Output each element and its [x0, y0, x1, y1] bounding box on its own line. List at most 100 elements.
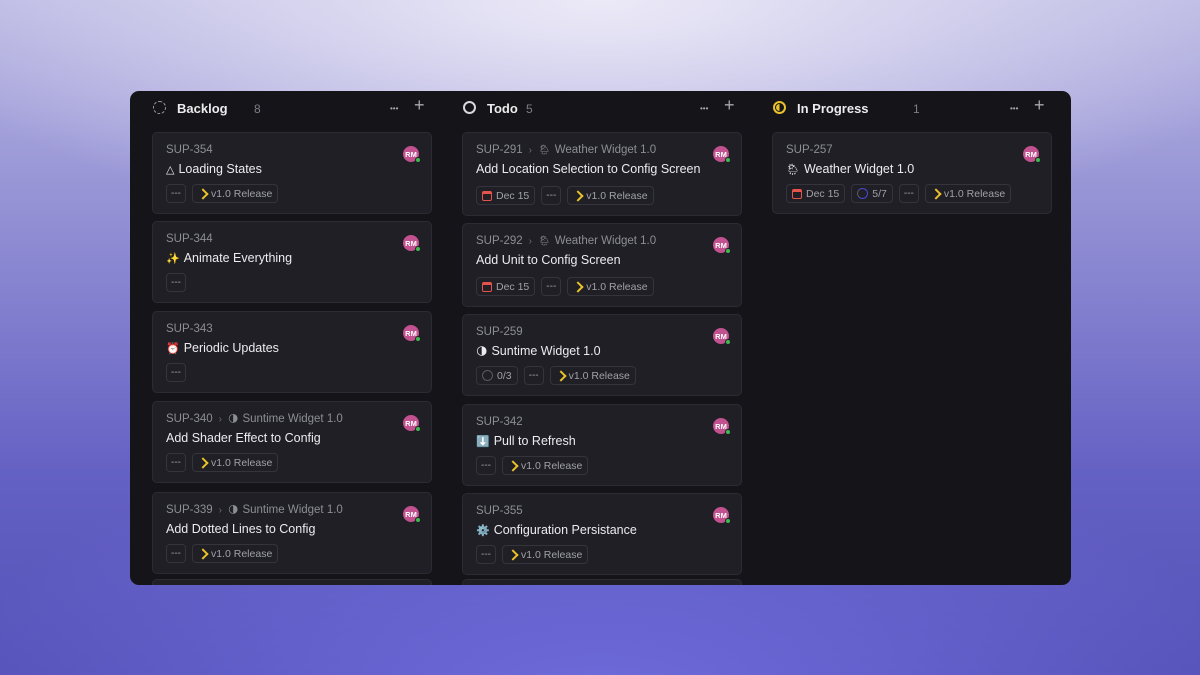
issue-id-row: SUP-257 — [786, 144, 833, 156]
issue-card-partial[interactable] — [462, 579, 742, 585]
milestone-label: v1.0 Release — [211, 456, 273, 469]
priority-tag[interactable]: --- — [541, 277, 562, 296]
assignee-avatar[interactable]: RM — [713, 328, 731, 345]
parent-issue[interactable]: Weather Widget 1.0 — [555, 144, 656, 156]
milestone-tag[interactable]: v1.0 Release — [502, 545, 589, 564]
priority-tag[interactable]: --- — [523, 366, 544, 385]
due-date-tag[interactable]: Dec 15 — [476, 277, 536, 296]
issue-title-row: ⬇️ Pull to Refresh — [476, 434, 576, 448]
issue-id-row: SUP-343 — [166, 323, 213, 335]
add-issue-icon[interactable]: + — [1034, 96, 1045, 114]
column-title: Todo — [487, 101, 518, 116]
issue-id-row: SUP-344 — [166, 233, 213, 245]
issue-tags: --- v1.0 Release — [166, 453, 279, 472]
milestone-tag[interactable]: v1.0 Release — [502, 456, 589, 475]
milestone-icon — [508, 461, 517, 470]
priority-tag[interactable]: --- — [166, 273, 186, 292]
due-date-tag[interactable]: Dec 15 — [786, 184, 846, 203]
milestone-label: v1.0 Release — [586, 280, 648, 293]
milestone-label: v1.0 Release — [211, 187, 273, 200]
issue-title-row: Add Unit to Config Screen — [476, 253, 621, 267]
issue-card[interactable]: SUP-339 › 🌗 Suntime Widget 1.0 Add Dotted Li… — [152, 492, 432, 574]
issue-title: Add Shader Effect to Config — [166, 431, 321, 445]
sub-issue-progress: 0/3 — [497, 369, 512, 382]
issue-id-row: SUP-354 — [166, 144, 213, 156]
issue-card[interactable]: SUP-342 ⬇️ Pull to Refresh RM --- v1.0 Releas… — [462, 404, 742, 486]
more-options-icon[interactable]: ••• — [390, 102, 398, 116]
add-issue-icon[interactable]: + — [724, 96, 735, 114]
more-options-icon[interactable]: ••• — [1010, 102, 1018, 116]
issue-title-row: 🌦 Weather Widget 1.0 — [786, 162, 914, 176]
milestone-label: v1.0 Release — [586, 189, 648, 202]
assignee-avatar[interactable]: RM — [403, 146, 421, 163]
sub-issue-progress-tag[interactable]: 0/3 — [476, 366, 518, 385]
online-status-icon — [1035, 157, 1041, 163]
milestone-tag[interactable]: v1.0 Release — [567, 186, 654, 205]
issue-title: Periodic Updates — [183, 341, 279, 355]
issue-card-partial[interactable] — [152, 579, 432, 585]
sub-issue-progress-tag[interactable]: 5/7 — [851, 184, 893, 203]
column-count: 1 — [913, 102, 920, 116]
issue-tags: --- v1.0 Release — [166, 544, 279, 563]
milestone-label: v1.0 Release — [521, 459, 583, 472]
issue-title: Configuration Persistance — [493, 523, 637, 537]
issue-card[interactable]: SUP-291 › 🌦 Weather Widget 1.0 Add Location … — [462, 132, 742, 216]
column-header: In Progress 1 ••• + — [772, 91, 1052, 125]
calendar-icon — [482, 190, 492, 201]
priority-tag[interactable]: --- — [166, 453, 186, 472]
more-options-icon[interactable]: ••• — [700, 102, 708, 116]
milestone-tag[interactable]: v1.0 Release — [192, 544, 279, 563]
issue-card[interactable]: SUP-292 › 🌦 Weather Widget 1.0 Add Unit to C… — [462, 223, 742, 307]
issue-id-row: SUP-292 › 🌦 Weather Widget 1.0 — [476, 235, 656, 247]
assignee-avatar[interactable]: RM — [713, 507, 731, 524]
parent-issue[interactable]: Suntime Widget 1.0 — [242, 504, 342, 516]
assignee-avatar[interactable]: RM — [713, 146, 731, 163]
chevron-right-icon: › — [218, 504, 223, 516]
milestone-tag[interactable]: v1.0 Release — [549, 366, 636, 385]
milestone-tag[interactable]: v1.0 Release — [192, 184, 279, 203]
issue-card[interactable]: SUP-340 › 🌗 Suntime Widget 1.0 Add Shader Ef… — [152, 401, 432, 483]
due-date: Dec 15 — [806, 187, 840, 200]
add-issue-icon[interactable]: + — [414, 96, 425, 114]
assignee-avatar[interactable]: RM — [403, 235, 421, 252]
issue-card[interactable]: SUP-257 🌦 Weather Widget 1.0 RM Dec 15 5/7 ---… — [772, 132, 1052, 214]
milestone-icon — [508, 550, 517, 559]
issue-card[interactable]: SUP-344 ✨ Animate Everything RM --- — [152, 221, 432, 303]
milestone-tag[interactable]: v1.0 Release — [192, 453, 279, 472]
milestone-tag[interactable]: v1.0 Release — [924, 184, 1012, 203]
column-header: Todo 5 ••• + — [462, 91, 742, 125]
parent-issue[interactable]: Suntime Widget 1.0 — [242, 413, 342, 425]
chevron-right-icon: › — [218, 413, 223, 425]
backlog-status-icon — [153, 101, 166, 114]
priority-tag[interactable]: --- — [166, 544, 186, 563]
issue-id-row: SUP-342 — [476, 416, 523, 428]
priority-tag[interactable]: --- — [541, 186, 562, 205]
priority-tag[interactable]: --- — [476, 456, 496, 475]
assignee-avatar[interactable]: RM — [1023, 146, 1041, 163]
priority-tag[interactable]: --- — [476, 545, 496, 564]
issue-card[interactable]: SUP-354 △ Loading States RM --- v1.0 Release — [152, 132, 432, 214]
priority-tag[interactable]: --- — [166, 184, 186, 203]
progress-ring-icon — [482, 370, 493, 381]
assignee-avatar[interactable]: RM — [403, 325, 421, 342]
due-date-tag[interactable]: Dec 15 — [476, 186, 536, 205]
assignee-avatar[interactable]: RM — [403, 415, 421, 432]
assignee-avatar[interactable]: RM — [713, 418, 731, 435]
issue-card[interactable]: SUP-343 ⏰ Periodic Updates RM --- — [152, 311, 432, 393]
issue-emoji-icon: △ — [166, 163, 175, 176]
issue-id: SUP-259 — [476, 326, 523, 338]
assignee-avatar[interactable]: RM — [403, 506, 421, 523]
due-date: Dec 15 — [496, 189, 530, 202]
parent-issue-icon: 🌦 — [538, 144, 551, 156]
priority-tag[interactable]: --- — [166, 363, 186, 382]
parent-issue[interactable]: Weather Widget 1.0 — [555, 235, 656, 247]
issue-card[interactable]: SUP-259 🌗 Suntime Widget 1.0 RM 0/3 --- v1.0 R… — [462, 314, 742, 396]
issue-title: Add Location Selection to Config Screen — [476, 162, 701, 176]
assignee-avatar[interactable]: RM — [713, 237, 731, 254]
online-status-icon — [725, 518, 731, 524]
milestone-tag[interactable]: v1.0 Release — [567, 277, 654, 296]
issue-title-row: △ Loading States — [166, 162, 262, 176]
priority-tag[interactable]: --- — [898, 184, 919, 203]
issue-card[interactable]: SUP-355 ⚙️ Configuration Persistance RM --- v… — [462, 493, 742, 575]
progress-ring-icon — [857, 188, 869, 199]
